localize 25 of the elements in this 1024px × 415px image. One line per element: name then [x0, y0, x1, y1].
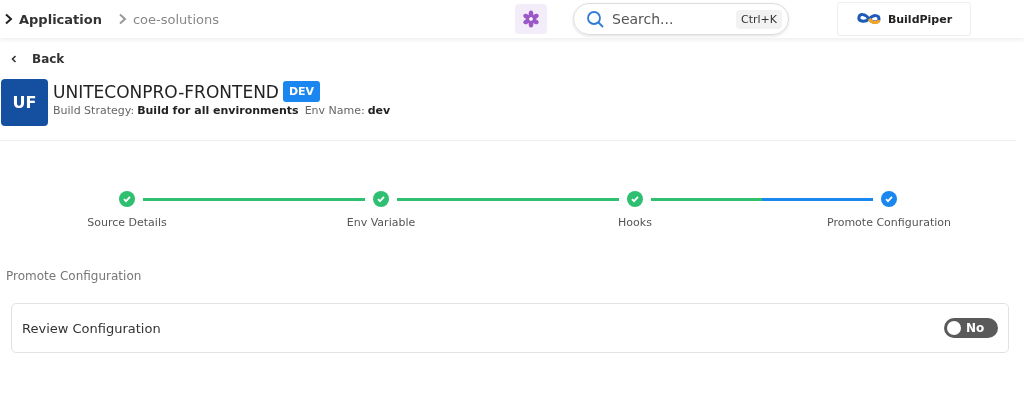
env-name-label: Env Name:: [304, 104, 365, 117]
service-name: UNITECONPRO-FRONTEND: [53, 81, 279, 102]
setting-label: Review Configuration: [22, 320, 161, 336]
step-label[interactable]: Hooks: [618, 216, 652, 229]
back-button[interactable]: Back: [10, 52, 65, 66]
build-strategy-value: Build for all environments: [137, 104, 299, 117]
step-label[interactable]: Promote Configuration: [826, 216, 952, 229]
step-label[interactable]: Env Variable: [346, 216, 416, 229]
search-input[interactable]: Search...: [610, 10, 706, 28]
brand-logo[interactable]: BuildPiper: [837, 2, 971, 36]
section-title: Promote Configuration: [6, 269, 143, 283]
shortcut-hint: Ctrl+K: [736, 9, 782, 29]
step-label[interactable]: Source Details: [87, 216, 167, 229]
toggle-switch[interactable]: No: [944, 318, 998, 338]
breadcrumb-link[interactable]: coe-solutions: [132, 11, 219, 27]
flower-icon[interactable]: [515, 4, 547, 34]
service-avatar: UF: [1, 79, 48, 126]
chevron-icon: [4, 13, 13, 25]
search-icon: [586, 10, 604, 28]
back-chevron-icon: [10, 55, 18, 63]
breadcrumb-link[interactable]: Application: [19, 11, 102, 27]
env-name-value: dev: [367, 104, 391, 117]
chevron-icon: [117, 13, 127, 25]
build-strategy-label: Build Strategy:: [53, 104, 135, 117]
env-badge: DEV: [282, 81, 321, 102]
